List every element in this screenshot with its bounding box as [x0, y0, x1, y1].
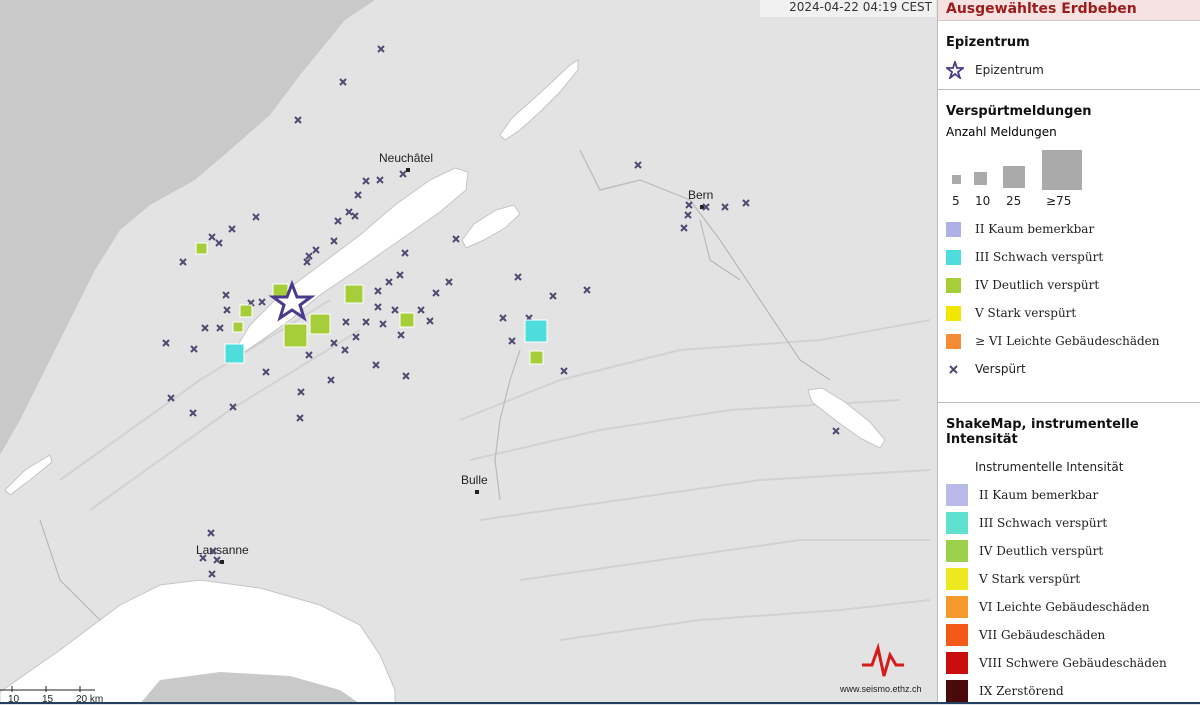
felt-item-label: IV Deutlich verspürt [975, 278, 1100, 292]
intensity-square [239, 304, 253, 318]
swatch [946, 305, 961, 321]
shakemap-item-label: II Kaum bemerkbar [979, 488, 1099, 502]
felt-size-scale: 5 10 25 ≥75 [946, 145, 1200, 215]
size-label-75: ≥75 [1046, 194, 1072, 208]
legend-title: Ausgewähltes Erdbeben [938, 0, 1200, 21]
shakemap-item-label: III Schwach verspürt [979, 516, 1108, 530]
felt-item-label: V Stark verspürt [975, 306, 1077, 320]
shakemap-item: VI Leichte Gebäudeschäden [946, 593, 1200, 621]
swatch [946, 540, 968, 562]
shakemap-item: VII Gebäudeschäden [946, 621, 1200, 649]
shakemap-item-label: IX Zerstörend [979, 684, 1064, 698]
place-label-neuchatel: Neuchâtel [379, 151, 433, 165]
shakemap-item: V Stark verspürt [946, 565, 1200, 593]
shakemap-item-label: VIII Schwere Gebäudeschäden [979, 656, 1167, 670]
intensity-square [309, 313, 331, 335]
shakemap-item-label: VI Leichte Gebäudeschäden [979, 600, 1150, 614]
swatch [946, 568, 968, 590]
swatch [946, 596, 968, 618]
swatch [946, 249, 961, 265]
shakemap-subtitle-row: Instrumentelle Intensität [946, 453, 1200, 481]
legend-section-epicenter: Epizentrum Epizentrum [938, 21, 1200, 90]
section-title-epicenter: Epizentrum [946, 35, 1030, 50]
shakemap-item-label: V Stark verspürt [979, 572, 1081, 586]
seismo-credit: www.seismo.ethz.ch [839, 684, 922, 694]
epicenter-star-icon [946, 61, 964, 79]
felt-item-label: Verspürt [975, 362, 1026, 376]
felt-item: V Stark verspürt [946, 299, 1200, 327]
swatch [946, 221, 961, 237]
legend-section-shakemap: ShakeMap, instrumentelle Intensität Inst… [938, 403, 1200, 705]
felt-item: IV Deutlich verspürt [946, 271, 1200, 299]
intensity-square [224, 343, 245, 364]
intensity-square [283, 323, 308, 348]
intensity-square [344, 284, 364, 304]
legend-section-felt: Verspürtmeldungen Anzahl Meldungen 5 10 … [938, 90, 1200, 403]
place-label-bulle: Bulle [461, 473, 488, 487]
felt-item: III Schwach verspürt [946, 243, 1200, 271]
felt-item-label: II Kaum bemerkbar [975, 222, 1095, 236]
place-dot-lausanne [220, 560, 224, 564]
swatch-empty [946, 460, 961, 475]
intensity-square [399, 312, 415, 328]
swatch [946, 484, 968, 506]
size-label-10: 10 [975, 194, 991, 208]
place-label-lausanne: Lausanne [196, 543, 249, 557]
felt-item-label: III Schwach verspürt [975, 250, 1104, 264]
intensity-square [529, 350, 544, 365]
shakemap-item: IX Zerstörend [946, 677, 1200, 705]
felt-subtitle: Anzahl Meldungen [946, 125, 1057, 139]
felt-item: Verspürt [946, 355, 1200, 383]
x-marker-icon [949, 364, 958, 374]
legend-row-epicenter: Epizentrum [946, 56, 1200, 84]
swatch [946, 333, 961, 349]
size-label-25: 25 [1006, 194, 1022, 208]
legend-panel: Ausgewähltes Erdbeben Epizentrum Epizent… [937, 0, 1200, 704]
swatch [946, 652, 968, 674]
swatch [946, 680, 968, 702]
felt-item: ≥ VI Leichte Gebäudeschäden [946, 327, 1200, 355]
size-square-5 [952, 175, 961, 184]
map[interactable]: Neuchâtel Bern Bulle Lausanne 10 15 20 k… [0, 0, 937, 704]
section-title-felt: Verspürtmeldungen [946, 104, 1092, 119]
size-square-10 [974, 172, 987, 185]
shakemap-item-label: IV Deutlich verspürt [979, 544, 1104, 558]
swatch [946, 512, 968, 534]
place-dot-neuchatel [406, 168, 410, 172]
intensity-square [232, 321, 244, 333]
size-label-5: 5 [952, 194, 960, 208]
section-title-shakemap: ShakeMap, instrumentelle Intensität [946, 417, 1139, 447]
timestamp: 2024-04-22 04:19 CEST [760, 0, 936, 17]
epicenter-label: Epizentrum [975, 63, 1044, 77]
felt-item: II Kaum bemerkbar [946, 215, 1200, 243]
place-label-bern: Bern [688, 188, 713, 202]
size-square-25 [1003, 166, 1025, 188]
size-square-75 [1042, 150, 1082, 190]
shakemap-item: III Schwach verspürt [946, 509, 1200, 537]
shakemap-item: II Kaum bemerkbar [946, 481, 1200, 509]
shakemap-subtitle: Instrumentelle Intensität [975, 460, 1124, 474]
shakemap-item: IV Deutlich verspürt [946, 537, 1200, 565]
shakemap-item-label: VII Gebäudeschäden [979, 628, 1106, 642]
felt-item-label: ≥ VI Leichte Gebäudeschäden [975, 334, 1160, 348]
intensity-square [195, 242, 208, 255]
place-dot-bulle [475, 490, 479, 494]
swatch [946, 624, 968, 646]
intensity-square [524, 319, 548, 343]
shakemap-item: VIII Schwere Gebäudeschäden [946, 649, 1200, 677]
swatch [946, 277, 961, 293]
